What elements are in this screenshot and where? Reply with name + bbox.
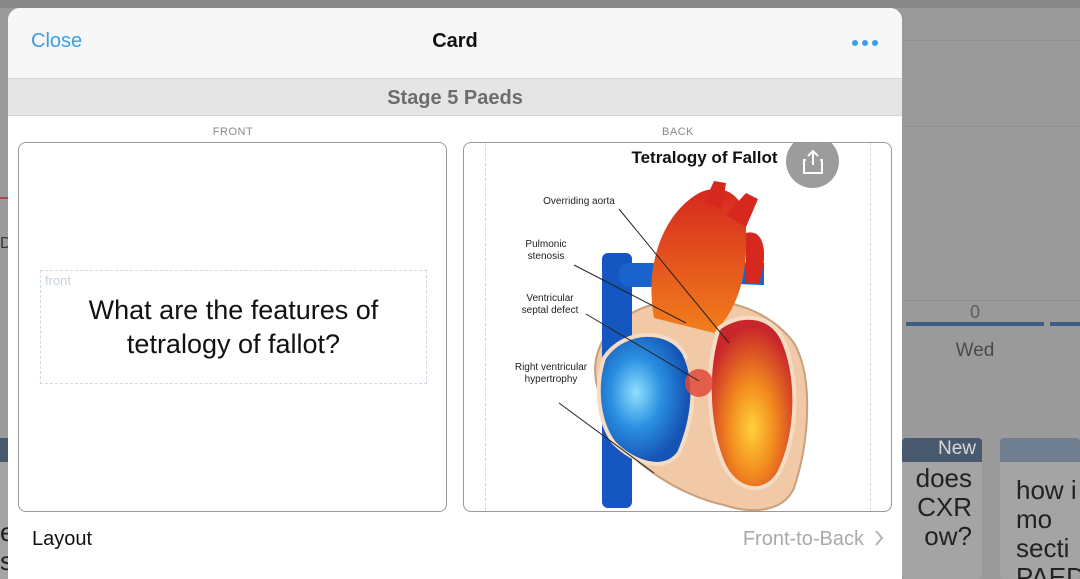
background-divider (902, 40, 1080, 41)
background-top-strip (0, 0, 1080, 8)
layout-value[interactable]: Front-to-Back (743, 528, 864, 551)
background-day-label: Wed (955, 340, 995, 361)
modal-title: Card (432, 30, 478, 52)
background-card[interactable]: how i mo secti PAEDS (1000, 438, 1080, 579)
back-section-label: BACK (662, 126, 694, 138)
back-card-panel[interactable]: Tetralogy of Fallot Overriding aorta Pul… (463, 142, 892, 512)
background-progress-bar (1050, 322, 1080, 326)
background-divider (902, 300, 1080, 301)
background-count: 0 (969, 302, 980, 322)
label-ventricular-septal-defect: Ventricular septal defect (521, 293, 579, 316)
front-card-panel[interactable]: front What are the features of tetralogy… (18, 142, 447, 512)
ellipsis-icon[interactable] (852, 40, 878, 46)
deck-name: Stage 5 Paeds (8, 78, 902, 116)
chevron-right-icon[interactable] (874, 529, 884, 547)
label-pulmonic-stenosis: Pulmonic stenosis (525, 239, 567, 262)
background-accent-line (0, 197, 8, 199)
background-divider (902, 126, 1080, 127)
background-card-header (1000, 438, 1080, 462)
front-tag: front (45, 273, 72, 288)
layout-label: Layout (32, 528, 93, 550)
background-card-text: does CXR ow? (915, 463, 972, 551)
navigation-bar: Close Card (8, 8, 902, 78)
layout-row[interactable]: Layout Front-to-Back (8, 520, 902, 560)
front-question: What are the features of tetralogy of fa… (88, 295, 379, 359)
front-section-label: FRONT (212, 126, 254, 138)
label-right-ventricular-hypertrophy: Right ventricular hypertrophy (514, 362, 588, 385)
label-overriding-aorta: Overriding aorta (543, 196, 615, 207)
background-card-text: how i mo secti PAEDS (1016, 475, 1080, 579)
background-card[interactable]: New does CXR ow? (902, 438, 982, 579)
background-progress-bar (906, 322, 1044, 326)
front-text-frame[interactable]: front What are the features of tetralogy… (40, 270, 427, 384)
heart-diagram (558, 181, 809, 511)
background-left-text: D (0, 235, 8, 252)
new-badge: New (937, 438, 976, 459)
card-modal: Close Card Stage 5 Paeds FRONT BACK fron… (8, 8, 902, 579)
